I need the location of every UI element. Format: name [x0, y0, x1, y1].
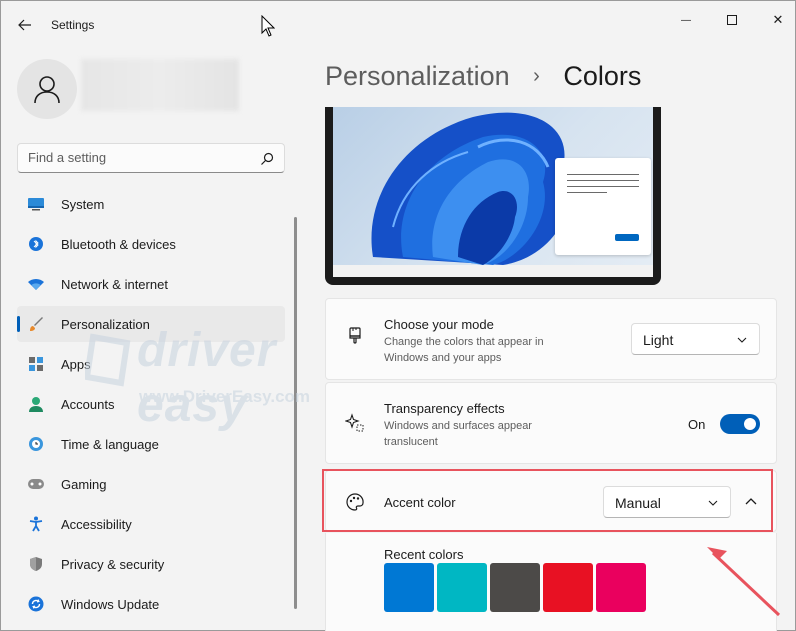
preview-line [567, 186, 639, 187]
back-button[interactable] [13, 13, 37, 37]
app-title: Settings [51, 18, 95, 32]
apps-icon [27, 356, 45, 372]
color-swatch[interactable] [596, 563, 646, 612]
avatar [17, 59, 77, 119]
sidebar-nav: System Bluetooth & devices Network & int… [17, 186, 285, 626]
sidebar-item-time-language[interactable]: Time & language [17, 426, 285, 462]
setting-title: Transparency effects [384, 401, 505, 416]
wifi-icon [27, 276, 45, 292]
sidebar-item-label: Time & language [61, 437, 159, 452]
sidebar-item-network[interactable]: Network & internet [17, 266, 285, 302]
chevron-down-icon [737, 337, 747, 343]
theme-preview [325, 107, 661, 285]
close-icon: ✕ [772, 12, 784, 27]
toggle-state-label: On [688, 417, 706, 432]
title-bar: Settings — ✕ [1, 1, 795, 49]
globe-clock-icon [27, 436, 45, 452]
color-swatch[interactable] [384, 563, 434, 612]
color-swatch[interactable] [490, 563, 540, 612]
chevron-up-icon [745, 498, 757, 505]
dropdown-value: Light [643, 332, 674, 348]
color-swatch[interactable] [437, 563, 487, 612]
sidebar-item-label: Windows Update [61, 597, 160, 612]
setting-transparency: Transparency effects Windows and surface… [325, 382, 777, 464]
brush-icon [344, 326, 366, 348]
dropdown-value: Manual [615, 495, 661, 511]
maximize-icon [727, 15, 737, 25]
setting-title: Accent color [384, 495, 456, 510]
recent-colors-list [384, 563, 646, 612]
setting-description: Change the colors that appear in Windows… [384, 336, 544, 364]
preview-line [567, 180, 639, 181]
setting-accent-color[interactable]: Accent color Manual [325, 470, 777, 532]
setting-choose-mode: Choose your mode Change the colors that … [325, 298, 777, 380]
sparkle-icon [344, 412, 366, 434]
system-icon [27, 196, 45, 212]
sidebar-item-privacy-security[interactable]: Privacy & security [17, 546, 285, 582]
recent-colors-title: Recent colors [384, 547, 464, 562]
setting-title: Choose your mode [384, 317, 494, 332]
breadcrumb-separator: › [533, 65, 540, 87]
sidebar-item-apps[interactable]: Apps [17, 346, 285, 382]
breadcrumb: Personalization › Colors [325, 61, 641, 92]
sidebar-item-windows-update[interactable]: Windows Update [17, 586, 285, 622]
preview-wallpaper [333, 107, 653, 265]
preview-button [615, 234, 639, 241]
minimize-button[interactable]: — [663, 7, 709, 33]
sidebar-item-label: Apps [61, 357, 91, 372]
maximize-button[interactable] [709, 7, 755, 33]
close-button[interactable]: ✕ [755, 7, 796, 33]
sidebar-item-label: System [61, 197, 105, 212]
user-avatar-icon [34, 76, 60, 104]
shield-icon [27, 556, 45, 572]
toggle-knob [744, 418, 756, 430]
person-icon [27, 396, 45, 412]
preview-line [567, 192, 607, 193]
settings-window: Settings — ✕ System Bluetooth & devices [0, 0, 796, 631]
sidebar-item-label: Gaming [61, 477, 107, 492]
sidebar-item-label: Accessibility [61, 517, 132, 532]
accent-dropdown[interactable]: Manual [603, 486, 731, 518]
breadcrumb-parent[interactable]: Personalization [325, 61, 510, 91]
transparency-toggle[interactable] [720, 414, 760, 434]
setting-description: Windows and surfaces appear translucent [384, 420, 532, 448]
sidebar-item-system[interactable]: System [17, 186, 285, 222]
username-blurred [81, 59, 239, 111]
bluetooth-icon [27, 236, 45, 252]
brush-icon [27, 316, 45, 332]
mouse-cursor-icon [261, 15, 275, 37]
search-input[interactable] [28, 150, 248, 165]
preview-window [555, 158, 651, 255]
sidebar-item-label: Bluetooth & devices [61, 237, 176, 252]
sidebar-scrollbar[interactable] [294, 217, 297, 609]
search-box[interactable] [17, 143, 285, 173]
sidebar-item-accounts[interactable]: Accounts [17, 386, 285, 422]
mode-dropdown[interactable]: Light [631, 323, 760, 355]
sidebar-item-label: Privacy & security [61, 557, 165, 572]
sidebar-item-accessibility[interactable]: Accessibility [17, 506, 285, 542]
back-arrow-icon [18, 19, 31, 31]
accent-collapse-button[interactable] [736, 487, 766, 515]
minimize-icon: — [681, 14, 691, 26]
sidebar-item-bluetooth[interactable]: Bluetooth & devices [17, 226, 285, 262]
accessibility-icon [27, 516, 45, 532]
sidebar-item-personalization[interactable]: Personalization [17, 306, 285, 342]
preview-taskbar [333, 265, 653, 277]
sidebar-item-label: Network & internet [61, 277, 168, 292]
palette-icon [344, 491, 366, 513]
update-icon [27, 596, 45, 612]
sidebar-item-label: Personalization [61, 317, 150, 332]
gamepad-icon [27, 476, 45, 492]
sidebar-item-gaming[interactable]: Gaming [17, 466, 285, 502]
search-icon[interactable] [260, 152, 274, 166]
color-swatch[interactable] [543, 563, 593, 612]
page-title: Colors [563, 61, 642, 91]
chevron-down-icon [708, 500, 718, 506]
sidebar-item-label: Accounts [61, 397, 115, 412]
preview-line [567, 174, 639, 175]
